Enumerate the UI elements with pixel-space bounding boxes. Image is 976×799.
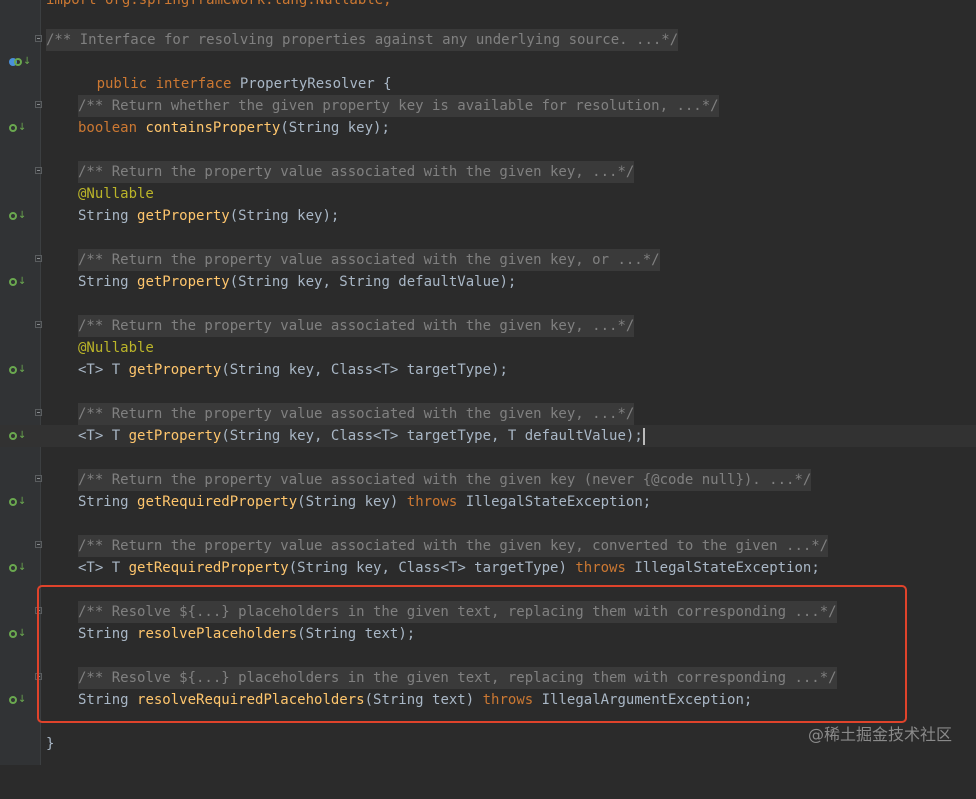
method-return-type: String <box>78 494 129 510</box>
implemented-gutter-icon[interactable]: ↓ <box>9 692 26 708</box>
code-editor[interactable]: import org.springframework.lang.Nullable… <box>0 0 976 765</box>
method-name[interactable]: resolvePlaceholders <box>137 626 297 642</box>
method-params: (String key, Class<T> targetType) <box>288 560 567 576</box>
method-return-type: String <box>78 274 129 290</box>
fold-toggle-icon[interactable] <box>35 607 42 614</box>
implemented-gutter-icon[interactable]: ↓ <box>9 120 26 136</box>
code-line: ↓ public interface PropertyResolver { <box>0 51 976 92</box>
code-line: /** Return the property value associated… <box>0 315 976 337</box>
method-annotation: @Nullable <box>78 186 154 202</box>
code-line: /** Return the property value associated… <box>0 403 976 425</box>
method-doc-comment[interactable]: /** Return the property value associated… <box>78 469 812 491</box>
code-line: @Nullable <box>0 337 976 359</box>
code-line: import org.springframework.lang.Nullable… <box>0 0 976 11</box>
method-params: (String key, Class<T> targetType, T defa… <box>221 428 643 444</box>
fold-toggle-icon[interactable] <box>35 101 42 108</box>
implemented-gutter-icon[interactable]: ↓ <box>9 494 26 510</box>
method-doc-comment[interactable]: /** Resolve ${...} placeholders in the g… <box>78 601 837 623</box>
method-annotation: @Nullable <box>78 340 154 356</box>
implemented-gutter-icon[interactable]: ↓ <box>9 208 26 224</box>
code-line: ↓ <T> T getProperty(String key, Class<T> … <box>0 359 976 381</box>
code-line: ↓ <T> T getProperty(String key, Class<T> … <box>0 425 976 447</box>
method-return-type: String <box>78 208 129 224</box>
method-params: (String key); <box>229 208 340 224</box>
exception-type[interactable]: IllegalArgumentException; <box>542 692 753 708</box>
method-name[interactable]: resolveRequiredPlaceholders <box>137 692 365 708</box>
method-name[interactable]: getProperty <box>137 274 230 290</box>
fold-toggle-icon[interactable] <box>35 255 42 262</box>
method-return-type: <T> T <box>78 362 121 378</box>
fold-toggle-icon[interactable] <box>35 541 42 548</box>
code-line: /** Return the property value associated… <box>0 535 976 557</box>
closing-brace: } <box>46 736 55 752</box>
fold-toggle-icon[interactable] <box>35 321 42 328</box>
fold-toggle-icon[interactable] <box>35 409 42 416</box>
method-return-type: <T> T <box>78 428 121 444</box>
method-params: (String key); <box>280 120 390 136</box>
code-line: ↓ String getProperty(String key); <box>0 205 976 227</box>
method-name[interactable]: getProperty <box>137 208 230 224</box>
interface-modifier: public interface <box>96 76 232 92</box>
method-params: (String text) <box>364 692 475 708</box>
fold-toggle-icon[interactable] <box>35 35 42 42</box>
method-params: (String key, Class<T> targetType); <box>221 362 508 378</box>
code-line: /** Return whether the given property ke… <box>0 95 976 117</box>
code-line: ↓ String resolvePlaceholders(String text)… <box>0 623 976 645</box>
method-params: (String key) <box>297 494 399 510</box>
implemented-gutter-icon[interactable]: ↓ <box>9 428 26 444</box>
fold-toggle-icon[interactable] <box>35 673 42 680</box>
method-return-type: String <box>78 626 129 642</box>
method-return-type: String <box>78 692 129 708</box>
code-line: ↓ String resolveRequiredPlaceholders(Stri… <box>0 689 976 711</box>
implemented-gutter-icon[interactable]: ↓ <box>9 626 26 642</box>
implemented-gutter-icon[interactable]: ↓ <box>9 362 26 378</box>
method-params: (String key, String defaultValue); <box>229 274 517 290</box>
code-line: /** Interface for resolving properties a… <box>0 29 976 51</box>
code-line: /** Return the property value associated… <box>0 469 976 491</box>
method-doc-comment[interactable]: /** Return the property value associated… <box>78 315 635 337</box>
code-line: ↓ String getRequiredProperty(String key) … <box>0 491 976 513</box>
interface-doc-comment[interactable]: /** Interface for resolving properties a… <box>46 29 679 51</box>
exception-type[interactable]: IllegalStateException; <box>466 494 651 510</box>
open-brace: { <box>383 76 392 92</box>
code-line: ↓ boolean containsProperty(String key); <box>0 117 976 139</box>
throws-keyword: throws <box>406 494 458 510</box>
method-name[interactable]: getProperty <box>129 428 222 444</box>
method-doc-comment[interactable]: /** Return the property value associated… <box>78 403 635 425</box>
code-line: /** Resolve ${...} placeholders in the g… <box>0 667 976 689</box>
method-doc-comment[interactable]: /** Return the property value associated… <box>78 161 635 183</box>
method-name[interactable]: containsProperty <box>145 120 280 136</box>
code-line: /** Resolve ${...} placeholders in the g… <box>0 601 976 623</box>
code-line: /** Return the property value associated… <box>0 161 976 183</box>
code-line: @Nullable <box>0 183 976 205</box>
implemented-gutter-icon[interactable]: ↓ <box>9 560 26 576</box>
text-caret <box>642 427 645 445</box>
implemented-gutter-icon[interactable]: ↓ <box>9 274 26 290</box>
method-params: (String text); <box>297 626 416 642</box>
throws-keyword: throws <box>575 560 626 576</box>
method-name[interactable]: getRequiredProperty <box>129 560 289 576</box>
code-line: ↓ <T> T getRequiredProperty(String key, C… <box>0 557 976 579</box>
implemented-gutter-icon[interactable]: ↓ <box>9 54 31 70</box>
method-name[interactable]: getRequiredProperty <box>137 494 297 510</box>
import-line: import org.springframework.lang.Nullable… <box>46 0 392 8</box>
code-line: ↓ String getProperty(String key, String d… <box>0 271 976 293</box>
method-doc-comment[interactable]: /** Return whether the given property ke… <box>78 95 719 117</box>
throws-keyword: throws <box>482 692 534 708</box>
exception-type[interactable]: IllegalStateException; <box>634 560 819 576</box>
method-return-type: <T> T <box>78 560 121 576</box>
fold-toggle-icon[interactable] <box>35 475 42 482</box>
method-doc-comment[interactable]: /** Return the property value associated… <box>78 249 660 271</box>
code-line: /** Return the property value associated… <box>0 249 976 271</box>
watermark: @稀土掘金技术社区 <box>807 725 952 744</box>
method-return-type: boolean <box>78 120 138 136</box>
method-doc-comment[interactable]: /** Return the property value associated… <box>78 535 829 557</box>
fold-toggle-icon[interactable] <box>35 167 42 174</box>
interface-name[interactable]: PropertyResolver <box>240 76 375 92</box>
method-name[interactable]: getProperty <box>129 362 222 378</box>
method-doc-comment[interactable]: /** Resolve ${...} placeholders in the g… <box>78 667 837 689</box>
